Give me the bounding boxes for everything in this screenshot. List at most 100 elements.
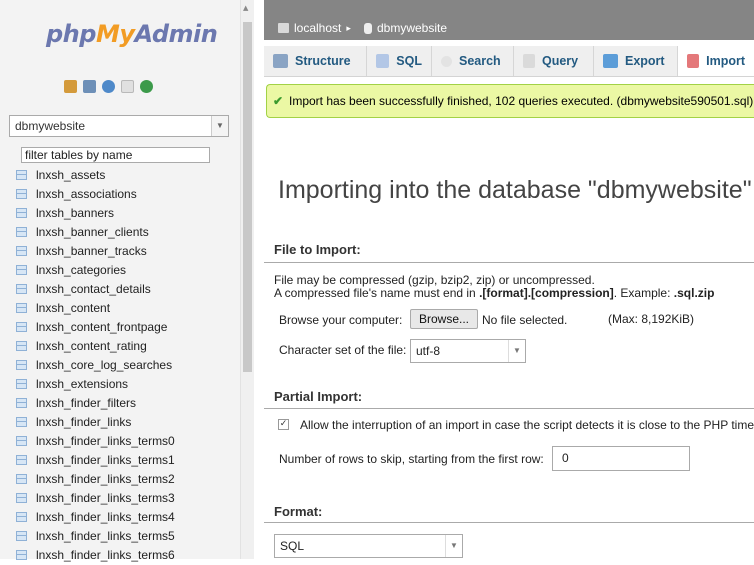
table-list-item[interactable]: lnxsh_finder_links_terms5: [16, 527, 175, 546]
table-name[interactable]: lnxsh_banners: [36, 206, 114, 220]
table-list-item[interactable]: lnxsh_finder_links_terms2: [16, 470, 175, 489]
section-divider: [264, 408, 754, 409]
table-name[interactable]: lnxsh_associations: [36, 187, 137, 201]
table-list-item[interactable]: lnxsh_banners: [16, 203, 175, 222]
table-icon[interactable]: [16, 188, 27, 199]
table-name[interactable]: lnxsh_finder_links_terms4: [36, 510, 175, 524]
nav-scrollbar[interactable]: ▲: [240, 0, 254, 559]
table-list-item[interactable]: lnxsh_finder_links_terms6: [16, 546, 175, 565]
help-icon[interactable]: [102, 80, 115, 93]
table-list-item[interactable]: lnxsh_content_frontpage: [16, 317, 175, 336]
charset-select-value: utf-8: [416, 344, 441, 358]
table-icon[interactable]: [16, 207, 27, 218]
table-icon[interactable]: [16, 398, 27, 409]
table-name[interactable]: lnxsh_finder_links: [36, 415, 131, 429]
allow-interrupt-label: Allow the interruption of an import in c…: [300, 418, 754, 432]
table-list-item[interactable]: lnxsh_assets: [16, 165, 175, 184]
nav-scrollbar-thumb[interactable]: [243, 22, 252, 372]
search-icon: [441, 55, 452, 67]
format-select[interactable]: SQL ▼: [274, 534, 463, 558]
reload-icon[interactable]: [140, 80, 153, 93]
table-icon[interactable]: [16, 531, 27, 542]
table-name[interactable]: lnxsh_finder_links_terms5: [36, 529, 175, 543]
table-list-item[interactable]: lnxsh_finder_links_terms1: [16, 451, 175, 470]
table-list-item[interactable]: lnxsh_categories: [16, 260, 175, 279]
allow-interrupt-checkbox[interactable]: ✓: [278, 419, 289, 430]
table-name[interactable]: lnxsh_contact_details: [36, 282, 151, 296]
table-list-item[interactable]: lnxsh_banner_clients: [16, 222, 175, 241]
table-icon[interactable]: [16, 455, 27, 466]
table-icon[interactable]: [16, 169, 27, 180]
docs-icon[interactable]: [121, 80, 134, 93]
home-icon[interactable]: [64, 80, 77, 93]
table-list-item[interactable]: lnxsh_content: [16, 298, 175, 317]
table-list-item[interactable]: lnxsh_associations: [16, 184, 175, 203]
chevron-down-icon[interactable]: ▼: [211, 116, 228, 136]
navigation-panel: phpMyAdmin dbmywebsite ▼ filter tables b…: [0, 0, 240, 562]
skip-rows-input[interactable]: 0: [552, 446, 690, 471]
table-name[interactable]: lnxsh_extensions: [36, 377, 128, 391]
tab-query[interactable]: Query: [514, 46, 594, 76]
file-to-import-heading: File to Import:: [274, 242, 361, 257]
table-name[interactable]: lnxsh_finder_filters: [36, 396, 136, 410]
table-name[interactable]: lnxsh_content_rating: [36, 339, 147, 353]
tab-search[interactable]: Search: [432, 46, 514, 76]
table-name[interactable]: lnxsh_core_log_searches: [36, 358, 172, 372]
breadcrumb-server[interactable]: localhost ▸: [278, 21, 351, 35]
table-name[interactable]: lnxsh_categories: [36, 263, 126, 277]
table-list-item[interactable]: lnxsh_extensions: [16, 375, 175, 394]
phpmyadmin-logo[interactable]: phpMyAdmin: [46, 20, 218, 48]
table-name[interactable]: lnxsh_banner_tracks: [36, 244, 147, 258]
table-name[interactable]: lnxsh_assets: [36, 168, 105, 182]
table-icon[interactable]: [16, 226, 27, 237]
table-icon[interactable]: [16, 493, 27, 504]
table-name[interactable]: lnxsh_finder_links_terms1: [36, 453, 175, 467]
browse-button[interactable]: Browse...: [410, 309, 478, 329]
table-icon[interactable]: [16, 264, 27, 275]
scroll-up-icon[interactable]: ▲: [243, 4, 248, 12]
table-icon[interactable]: [16, 379, 27, 390]
tab-import[interactable]: Import: [678, 46, 754, 76]
table-icon[interactable]: [16, 302, 27, 313]
tab-export[interactable]: Export: [594, 46, 678, 76]
table-list-item[interactable]: lnxsh_finder_links: [16, 413, 175, 432]
table-list-item[interactable]: lnxsh_finder_links_terms3: [16, 489, 175, 508]
breadcrumb: localhost ▸ dbmywebsite: [264, 0, 754, 40]
table-icon[interactable]: [16, 417, 27, 428]
table-name[interactable]: lnxsh_finder_links_terms6: [36, 548, 175, 562]
file-status: No file selected.: [482, 313, 568, 327]
filter-tables-input[interactable]: filter tables by name: [21, 147, 210, 163]
table-list-item[interactable]: lnxsh_contact_details: [16, 279, 175, 298]
table-icon[interactable]: [16, 340, 27, 351]
breadcrumb-database[interactable]: dbmywebsite: [364, 21, 447, 35]
sql-icon: [376, 54, 390, 68]
charset-select[interactable]: utf-8 ▼: [410, 339, 526, 363]
tab-sql[interactable]: SQL: [367, 46, 432, 76]
server-icon: [278, 23, 289, 33]
table-list-item[interactable]: lnxsh_banner_tracks: [16, 241, 175, 260]
table-name[interactable]: lnxsh_finder_links_terms2: [36, 472, 175, 486]
table-icon[interactable]: [16, 283, 27, 294]
table-list-item[interactable]: lnxsh_finder_filters: [16, 394, 175, 413]
tab-structure[interactable]: Structure: [264, 46, 367, 76]
table-list-item[interactable]: lnxsh_core_log_searches: [16, 355, 175, 374]
table-name[interactable]: lnxsh_finder_links_terms0: [36, 434, 175, 448]
table-list-item[interactable]: lnxsh_content_rating: [16, 336, 175, 355]
database-select[interactable]: dbmywebsite ▼: [9, 115, 229, 137]
table-icon[interactable]: [16, 474, 27, 485]
table-name[interactable]: lnxsh_content: [36, 301, 110, 315]
table-icon[interactable]: [16, 436, 27, 447]
logo-my: My: [95, 20, 135, 48]
table-name[interactable]: lnxsh_banner_clients: [36, 225, 149, 239]
table-name[interactable]: lnxsh_content_frontpage: [36, 320, 167, 334]
exit-icon[interactable]: [83, 80, 96, 93]
table-list-item[interactable]: lnxsh_finder_links_terms0: [16, 432, 175, 451]
table-name[interactable]: lnxsh_finder_links_terms3: [36, 491, 175, 505]
table-icon[interactable]: [16, 321, 27, 332]
table-icon[interactable]: [16, 512, 27, 523]
table-list-item[interactable]: lnxsh_finder_links_terms4: [16, 508, 175, 527]
table-icon[interactable]: [16, 359, 27, 370]
tab-bar: Structure SQL Search Query Export Import: [264, 46, 754, 77]
charset-label: Character set of the file:: [279, 343, 407, 357]
table-icon[interactable]: [16, 245, 27, 256]
